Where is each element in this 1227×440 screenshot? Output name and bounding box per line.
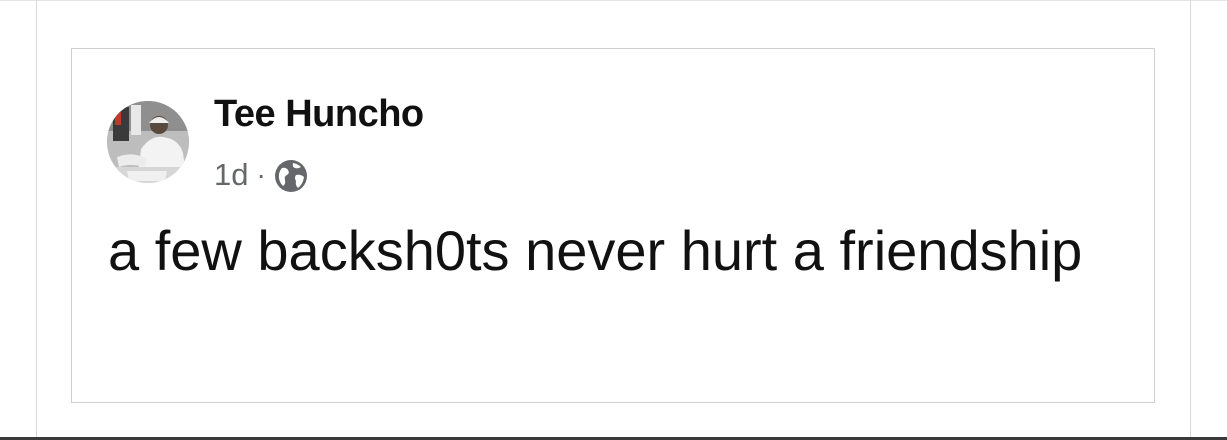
globe-icon[interactable]: [274, 159, 308, 193]
post-meta: 1d ·: [214, 155, 308, 195]
meta-separator: ·: [256, 159, 266, 190]
left-column-border: [36, 0, 37, 440]
post-timestamp[interactable]: 1d: [214, 157, 248, 193]
top-divider: [0, 0, 1227, 1]
page: Tee Huncho 1d · a few backsh0ts never hu…: [0, 0, 1227, 440]
right-column-border: [1190, 0, 1191, 440]
post-text: a few backsh0ts never hurt a friendship: [108, 219, 1083, 282]
author-name[interactable]: Tee Huncho: [214, 93, 424, 136]
post-card: Tee Huncho 1d · a few backsh0ts never hu…: [71, 48, 1155, 403]
avatar-photo: [107, 101, 189, 183]
avatar[interactable]: [107, 101, 189, 183]
